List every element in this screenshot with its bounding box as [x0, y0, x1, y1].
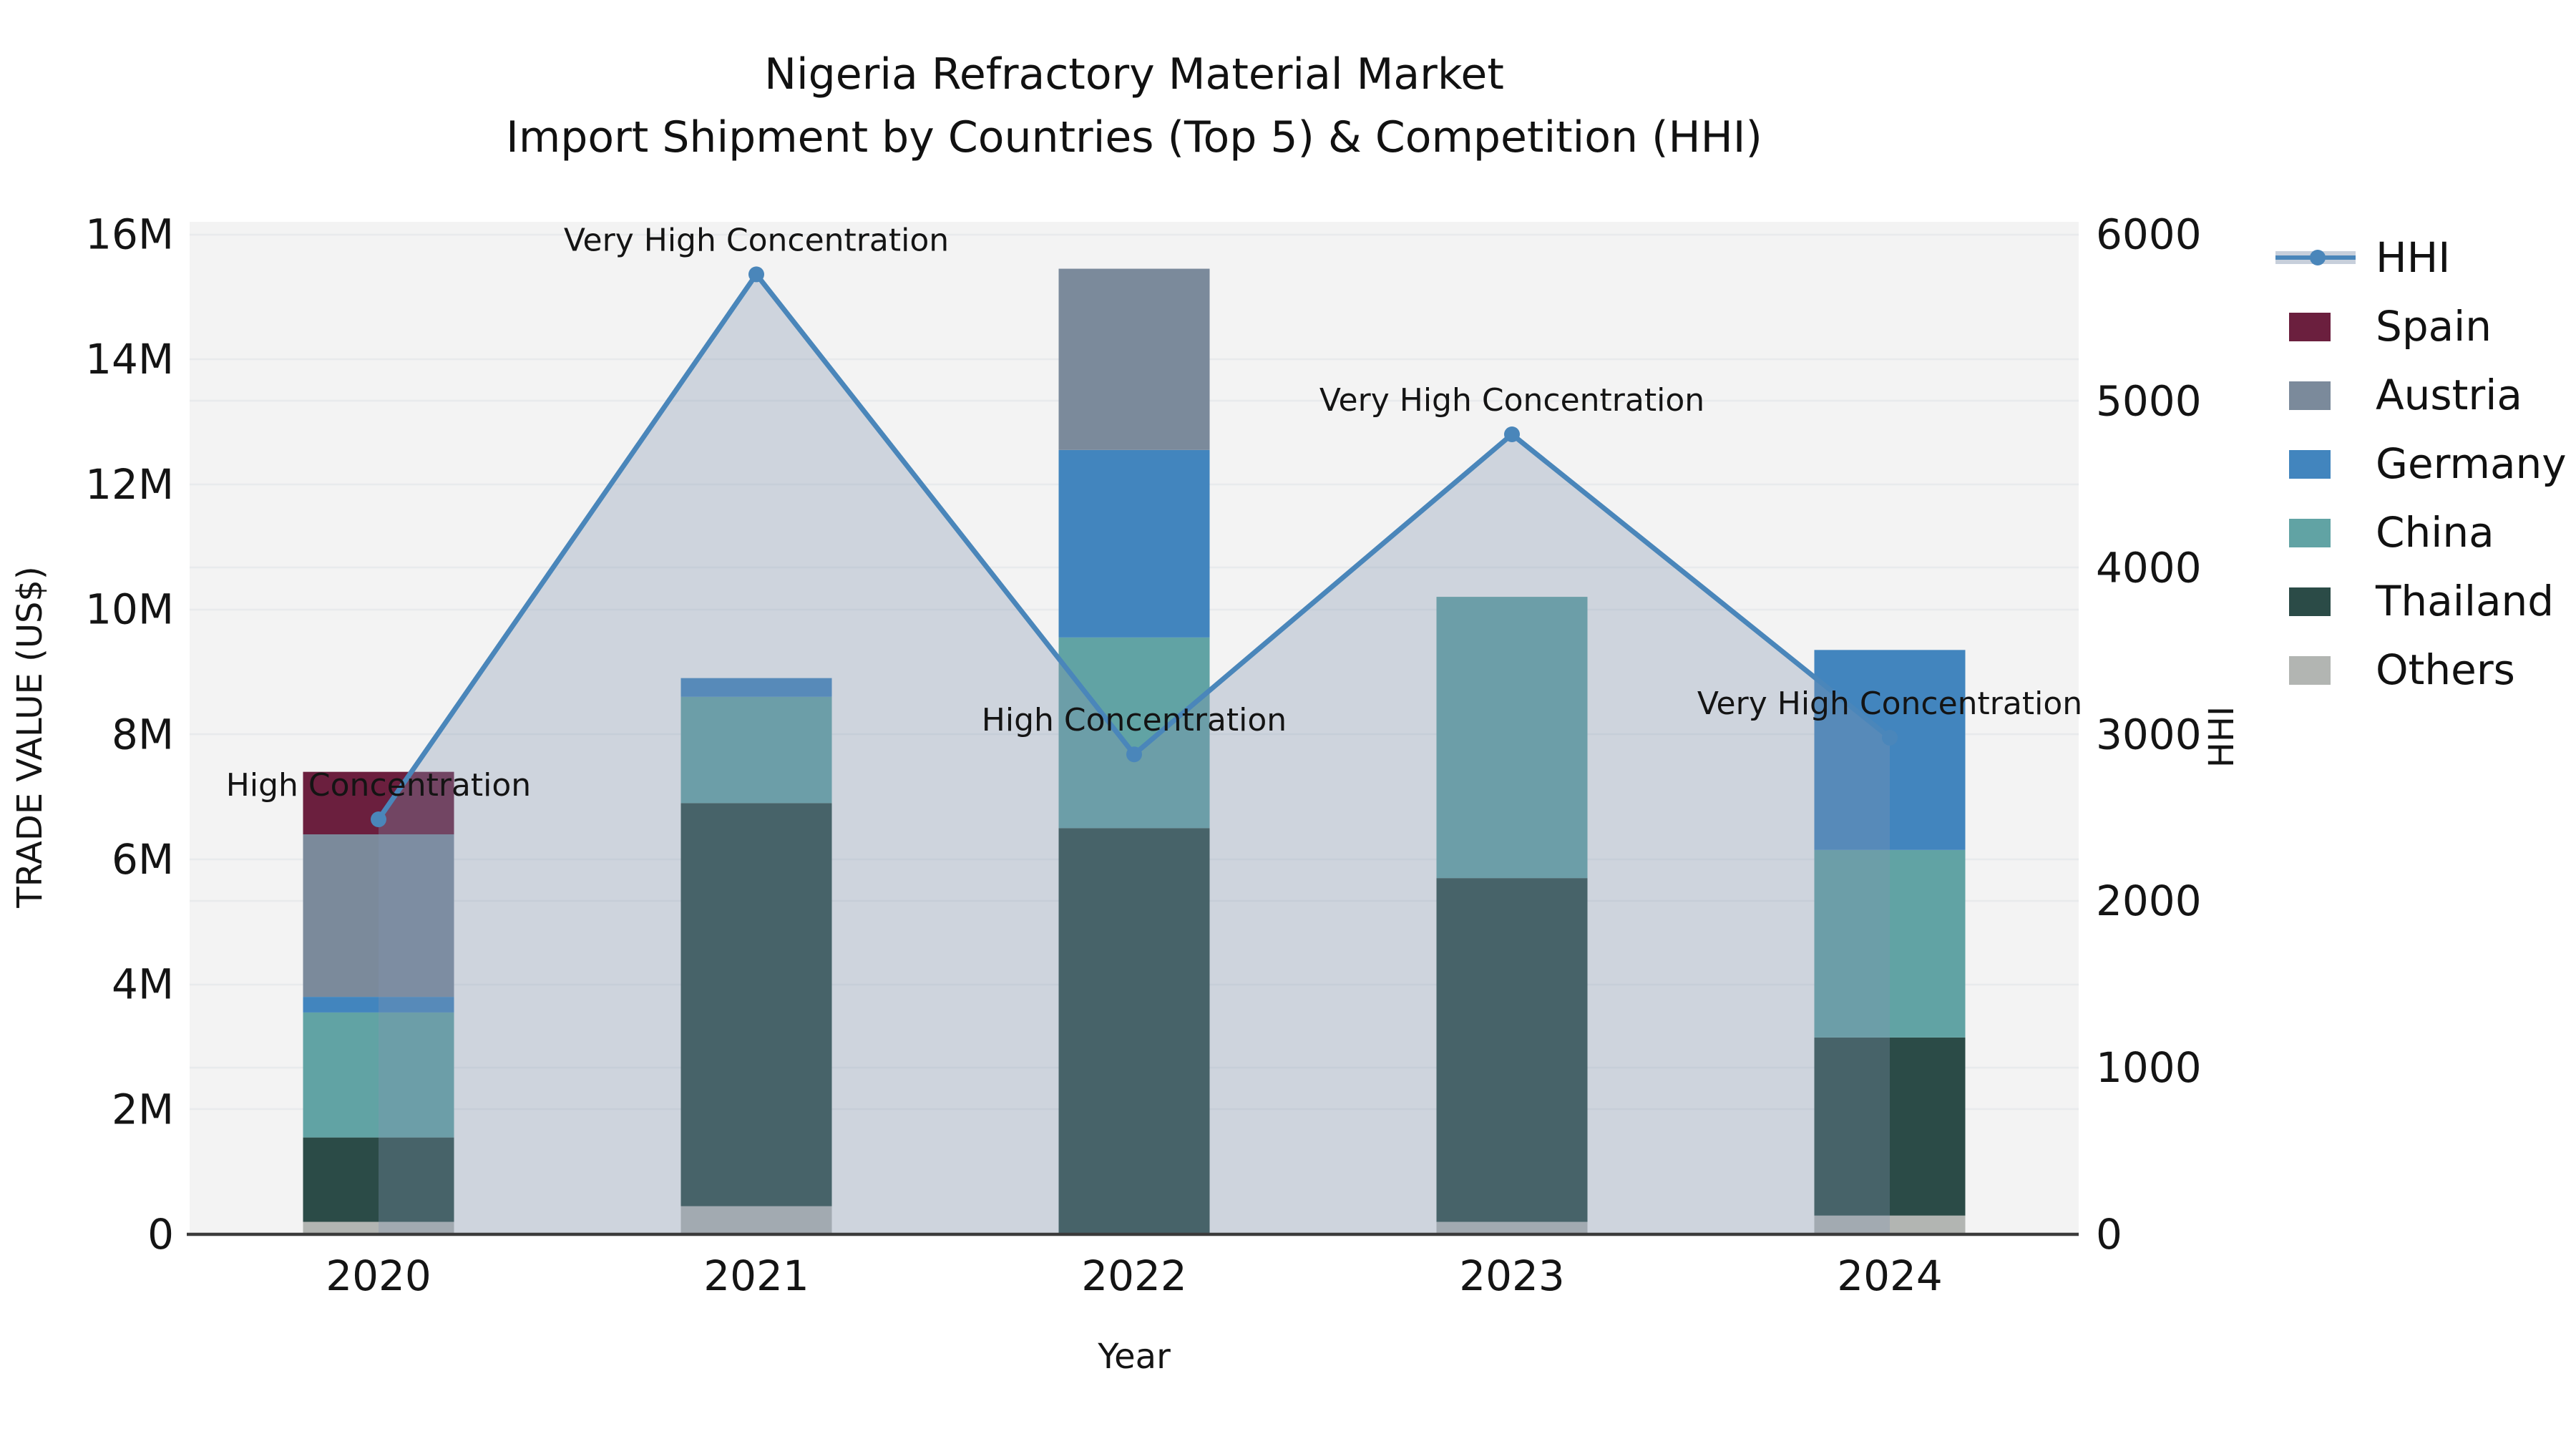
- bar-segment-austria-2022: [1058, 268, 1210, 450]
- hhi-marker-2020: [371, 811, 386, 828]
- legend-label: Austria: [2376, 371, 2522, 419]
- legend-item-china: China: [2275, 508, 2567, 557]
- x-tick-label-2023: 2023: [1459, 1252, 1565, 1300]
- annotation-2024: Very High Concentration: [1697, 686, 2082, 722]
- legend-item-germany: Germany: [2275, 439, 2567, 488]
- y-right-tick-label: 0: [2096, 1210, 2122, 1259]
- legend-item-spain: Spain: [2275, 302, 2567, 351]
- chart-title-line2: Import Shipment by Countries (Top 5) & C…: [506, 112, 1762, 162]
- color-swatch-icon: [2275, 654, 2356, 686]
- x-tick-label-2022: 2022: [1081, 1252, 1187, 1300]
- plot-area: High Concentration Very High Concentratio…: [85, 210, 2202, 1301]
- legend: HHI Spain Austria Germany China Thailand Other…: [2275, 233, 2567, 714]
- legend-item-austria: Austria: [2275, 371, 2567, 419]
- y-right-tick-label: 1000: [2096, 1043, 2202, 1092]
- color-swatch-icon: [2275, 379, 2356, 411]
- y-right-tick-label: 5000: [2096, 376, 2202, 425]
- y-left-tick-label: 16M: [85, 210, 174, 259]
- annotation-2020: High Concentration: [226, 767, 531, 804]
- legend-label: HHI: [2376, 233, 2451, 282]
- y-axis-label-left: TRADE VALUE (US$): [10, 566, 50, 908]
- legend-label: China: [2376, 508, 2494, 557]
- hhi-marker-2021: [748, 266, 764, 283]
- color-swatch-icon: [2275, 585, 2356, 617]
- chart-page: High Concentration Very High Concentratio…: [0, 0, 2576, 1449]
- y-left-tick-label: 10M: [85, 585, 174, 634]
- chart-title: Nigeria Refractory Material Market Impor…: [190, 43, 2079, 169]
- x-tick-label-2021: 2021: [703, 1252, 809, 1300]
- y-left-tick-label: 6M: [112, 835, 174, 884]
- legend-item-thailand: Thailand: [2275, 577, 2567, 625]
- annotation-2023: Very High Concentration: [1319, 382, 1704, 419]
- legend-label: Others: [2376, 645, 2515, 694]
- hhi-line-icon: [2275, 242, 2356, 273]
- chart-title-line1: Nigeria Refractory Material Market: [764, 49, 1504, 99]
- legend-item-others: Others: [2275, 645, 2567, 694]
- annotation-2022: High Concentration: [982, 702, 1287, 738]
- bar-segment-germany-2022: [1058, 449, 1210, 638]
- y-left-tick-label: 4M: [112, 960, 174, 1009]
- y-axis-label-right: HHI: [2202, 706, 2242, 769]
- color-swatch-icon: [2275, 311, 2356, 342]
- x-tick-label-2020: 2020: [326, 1252, 431, 1300]
- hhi-marker-2022: [1126, 746, 1142, 763]
- color-swatch-icon: [2275, 517, 2356, 548]
- annotation-2021: Very High Concentration: [564, 222, 949, 258]
- hhi-marker-2023: [1504, 426, 1520, 442]
- x-tick-label-2024: 2024: [1837, 1252, 1943, 1300]
- legend-item-hhi: HHI: [2275, 233, 2567, 282]
- y-right-tick-label: 6000: [2096, 210, 2202, 259]
- color-swatch-icon: [2275, 448, 2356, 479]
- x-axis-label: Year: [1098, 1337, 1171, 1377]
- hhi-marker-2024: [1882, 729, 1898, 746]
- y-right-tick-label: 4000: [2096, 543, 2202, 592]
- legend-label: Spain: [2376, 302, 2492, 351]
- y-left-tick-label: 14M: [85, 335, 174, 384]
- y-left-tick-label: 12M: [85, 460, 174, 509]
- y-left-tick-label: 0: [147, 1210, 174, 1259]
- y-left-tick-label: 8M: [112, 710, 174, 758]
- legend-label: Germany: [2376, 439, 2567, 488]
- y-left-tick-label: 2M: [112, 1085, 174, 1133]
- y-right-tick-label: 2000: [2096, 877, 2202, 925]
- legend-label: Thailand: [2376, 577, 2555, 625]
- y-right-tick-label: 3000: [2096, 710, 2202, 758]
